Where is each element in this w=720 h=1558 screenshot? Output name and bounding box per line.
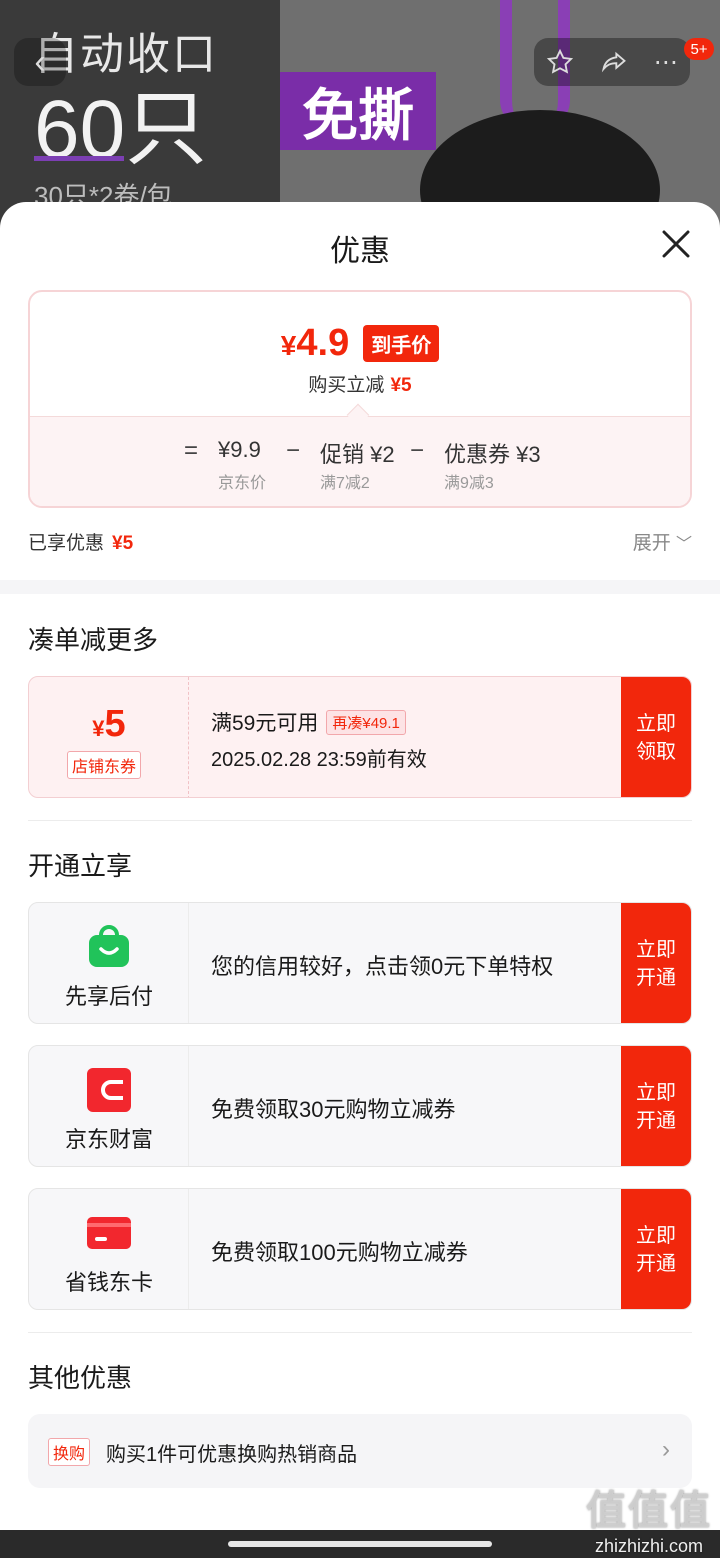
base-price: ¥9.9 [218, 437, 261, 462]
hero-tag: 免撕 [280, 72, 436, 150]
divider-line [28, 820, 692, 821]
sheet-title: 优惠 [330, 235, 390, 268]
final-price-badge: 到手价 [363, 325, 440, 362]
price-breakdown-card: ¥4.9 到手价 购买立减 ¥5 = ¥9.9 京东价 − 促销 ¥2 满7减2 … [28, 290, 692, 508]
button-line: 立即 [636, 713, 676, 735]
watermark: 值值值 zhizhizhi.com [586, 1478, 712, 1557]
button-line: 立即 [636, 1225, 676, 1247]
price-formula: = ¥9.9 京东价 − 促销 ¥2 满7减2 − 优惠券 ¥3 满9减3 [30, 416, 690, 506]
section-divider [0, 580, 720, 594]
expand-button[interactable]: 展开 ﹀ [633, 528, 692, 555]
divider-line [28, 1332, 692, 1333]
minus-sign: − [286, 437, 301, 464]
base-price-label: 京东价 [218, 475, 267, 492]
close-icon[interactable] [656, 224, 696, 264]
card-icon [87, 1217, 131, 1249]
equals-sign: = [184, 437, 199, 464]
minus-sign: − [410, 437, 425, 464]
message-badge: 5+ [684, 38, 714, 60]
final-price: ¥4.9 [280, 322, 350, 364]
service-desc: 免费领取30元购物立减券 [211, 1097, 456, 1122]
chevron-right-icon: › [662, 1436, 670, 1463]
coupon-type-tag: 店铺东券 [67, 751, 142, 779]
button-line: 开通 [636, 967, 676, 989]
trade-in-offer-row[interactable]: 换购 购买1件可优惠换购热销商品 › [28, 1414, 692, 1488]
shopping-bag-icon [89, 925, 129, 967]
service-name: 省钱东卡 [64, 1270, 153, 1295]
button-line: 立即 [636, 939, 676, 961]
claim-coupon-button[interactable]: 立即 领取 [621, 677, 691, 797]
service-brand: 先享后付 [29, 903, 189, 1023]
service-name: 先享后付 [64, 984, 153, 1009]
coupon-discount: 优惠券 ¥3 [444, 442, 541, 467]
final-price-row: ¥4.9 到手价 [30, 322, 690, 365]
coupon-amount: ¥5 [92, 703, 126, 745]
section-title-more: 凑单减更多 [28, 625, 159, 655]
enjoyed-discount: 已享优惠 ¥5 [28, 528, 133, 555]
watermark-logo: 值值值 [586, 1489, 712, 1533]
home-indicator[interactable] [228, 1541, 492, 1547]
coupon-rule: 满9减3 [444, 475, 494, 492]
reduce-row: 购买立减 ¥5 [30, 370, 690, 397]
hero-underline [34, 156, 124, 161]
service-card-jd-finance[interactable]: 京东财富 免费领取30元购物立减券 立即开通 [28, 1045, 692, 1167]
shop-coupon-card[interactable]: ¥5 店铺东券 满59元可用 再凑¥49.1 2025.02.28 23:59前… [28, 676, 692, 798]
service-brand: 省钱东卡 [29, 1189, 189, 1309]
coupon-expiry: 2025.02.28 23:59前有效 [211, 749, 427, 771]
back-button[interactable]: ‹ [14, 38, 66, 86]
promo-rule: 满7减2 [320, 475, 370, 492]
section-title-open: 开通立享 [28, 851, 133, 881]
expand-label: 展开 [632, 533, 671, 554]
chevron-down-icon: ﹀ [675, 536, 692, 553]
discount-sheet: 优惠 ¥4.9 到手价 购买立减 ¥5 = ¥9.9 京东价 − 促销 ¥2 满7… [0, 202, 720, 1530]
service-desc: 免费领取100元购物立减券 [211, 1240, 468, 1265]
more-icon[interactable]: ⋯ [654, 48, 678, 77]
reduce-value: ¥5 [390, 375, 412, 396]
button-line: 立即 [636, 1082, 676, 1104]
coupon-condition: 满59元可用 再凑¥49.1 [211, 707, 406, 737]
star-icon[interactable] [546, 48, 574, 76]
activate-button[interactable]: 立即 开通 [621, 903, 691, 1023]
service-name: 京东财富 [64, 1127, 153, 1152]
button-line: 开通 [636, 1253, 676, 1275]
service-desc: 您的信用较好，点击领0元下单特权 [211, 954, 554, 979]
service-card-saving-card[interactable]: 省钱东卡 免费领取100元购物立减券 立即开通 [28, 1188, 692, 1310]
coupon-value-panel: ¥5 店铺东券 [29, 677, 189, 797]
button-line: 领取 [636, 741, 676, 763]
coupon-condition-text: 满59元可用 [211, 712, 319, 735]
reduce-label: 购买立减 [308, 375, 385, 396]
service-brand: 京东财富 [29, 1046, 189, 1166]
top-action-group: ⋯ [534, 38, 690, 86]
activate-button[interactable]: 立即 开通 [621, 1046, 691, 1166]
service-card-pay-later[interactable]: 先享后付 您的信用较好，点击领0元下单特权 立即开通 [28, 902, 692, 1024]
trade-in-tag: 换购 [48, 1438, 91, 1466]
button-line: 开通 [636, 1110, 676, 1132]
share-icon[interactable] [599, 48, 629, 76]
chevron-left-icon: ‹ [34, 42, 46, 81]
jd-finance-icon [87, 1068, 131, 1112]
promo-discount: 促销 ¥2 [320, 442, 395, 467]
coupon-extra-tag: 再凑¥49.1 [326, 709, 406, 735]
enjoyed-value: ¥5 [112, 533, 134, 554]
section-title-other: 其他优惠 [28, 1363, 133, 1393]
activate-button[interactable]: 立即 开通 [621, 1189, 691, 1309]
enjoyed-label: 已享优惠 [28, 533, 105, 554]
watermark-url: zhizhizhi.com [594, 1536, 704, 1556]
trade-in-text: 购买1件可优惠换购热销商品 [106, 1444, 358, 1466]
